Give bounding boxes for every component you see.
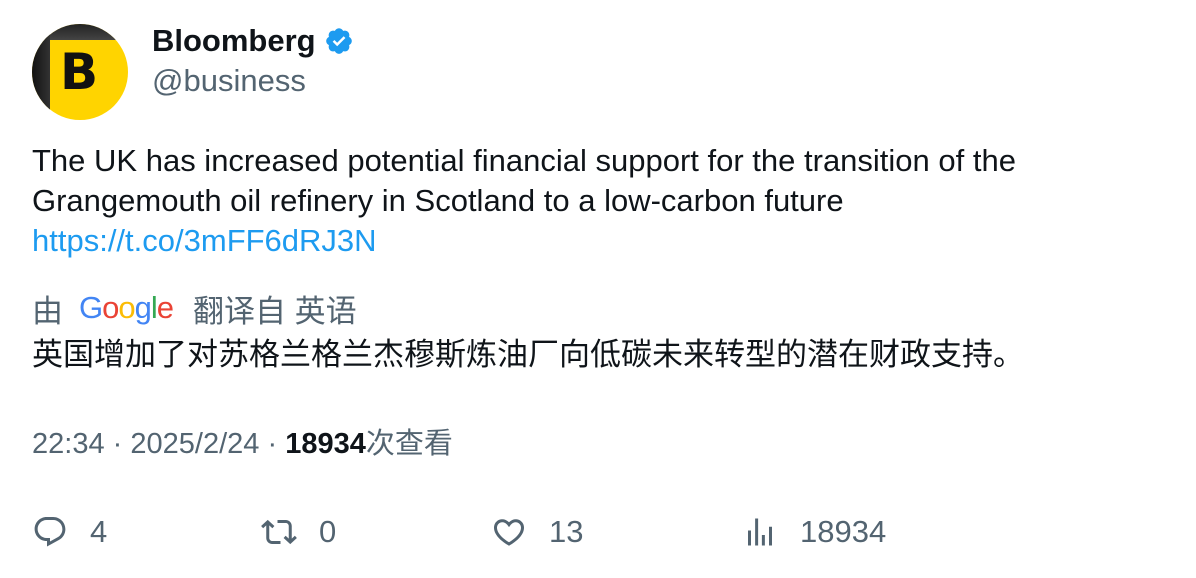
avatar-shade-left: [32, 24, 50, 120]
tweet-body: The UK has increased potential financial…: [32, 143, 1016, 218]
like-button[interactable]: 13: [491, 508, 583, 556]
avatar-letter: B: [60, 43, 99, 101]
translated-by-label: 由: [32, 293, 63, 329]
translated-from-label[interactable]: 翻译自 英语: [193, 286, 357, 331]
google-logo: Google: [79, 290, 174, 325]
reply-count: 4: [90, 514, 108, 549]
tweet-date[interactable]: 2025/2/24: [130, 428, 259, 460]
author-handle[interactable]: @business: [152, 62, 306, 100]
views-count: 18934: [285, 428, 366, 460]
tweet-card: B Bloomberg @business The UK has increas…: [0, 0, 1196, 578]
meta-separator: ·: [112, 428, 123, 460]
tweet-meta: 22:34 · 2025/2/24 · 18934次查看: [32, 424, 453, 464]
tweet-time[interactable]: 22:34: [32, 428, 105, 460]
reply-button[interactable]: 4: [32, 508, 107, 556]
retweet-button[interactable]: 0: [261, 508, 336, 556]
retweet-count: 0: [319, 514, 337, 549]
action-bar: 4 0 13 18934: [0, 508, 1196, 556]
views-action-count: 18934: [800, 514, 887, 549]
heart-icon: [493, 519, 525, 546]
views-label: 次查看: [365, 428, 453, 460]
translation-attribution: 由 Google 翻译自 英语: [32, 286, 357, 331]
verified-badge-icon[interactable]: [324, 26, 354, 56]
views-button[interactable]: 18934: [742, 508, 886, 556]
tweet-text: The UK has increased potential financial…: [32, 141, 1162, 261]
retweet-icon: [261, 519, 297, 545]
reply-icon: [34, 517, 66, 547]
translated-tweet-text: 英国增加了对苏格兰格兰杰穆斯炼油厂向低碳未来转型的潜在财政支持。: [32, 337, 1024, 372]
avatar[interactable]: B: [32, 24, 128, 120]
like-count: 13: [549, 514, 584, 549]
author-display-name[interactable]: Bloomberg: [152, 22, 316, 60]
meta-separator: ·: [267, 428, 278, 460]
author-name-row: Bloomberg: [152, 22, 354, 60]
views-bar-chart-icon: [748, 518, 772, 546]
tweet-link[interactable]: https://t.co/3mFF6dRJ3N: [32, 221, 1162, 261]
